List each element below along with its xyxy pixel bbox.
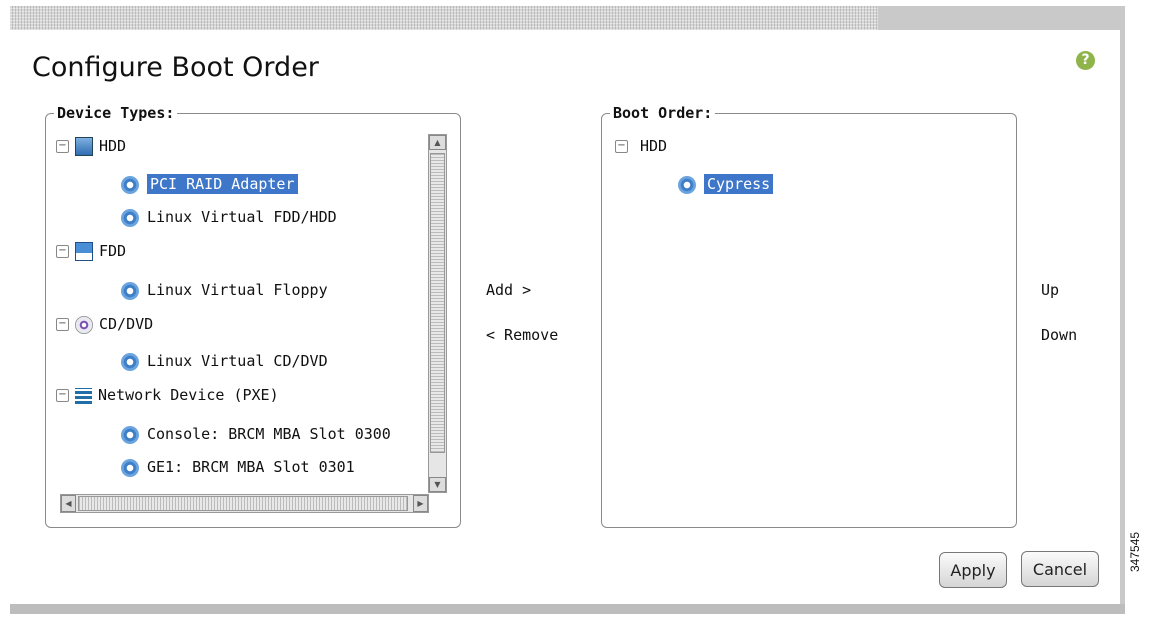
tree-item-pci-raid-adapter[interactable]: PCI RAID Adapter xyxy=(121,173,298,195)
tree-item-ge1-brcm[interactable]: GE1: BRCM MBA Slot 0301 xyxy=(121,456,355,478)
help-icon[interactable]: ? xyxy=(1076,51,1095,70)
tree-item-label: Linux Virtual CD/DVD xyxy=(147,352,328,370)
tree-group-network-device[interactable]: − Network Device (PXE) xyxy=(56,384,279,406)
tree-group-label: CD/DVD xyxy=(99,315,154,333)
collapse-icon[interactable]: − xyxy=(56,140,69,153)
floppy-icon xyxy=(75,242,93,261)
tree-item-label: GE1: BRCM MBA Slot 0301 xyxy=(147,458,355,476)
gear-icon xyxy=(121,175,139,194)
window-title-bar xyxy=(10,6,1125,30)
remove-button[interactable]: < Remove xyxy=(486,326,558,344)
scroll-up-arrow-icon[interactable]: ▲ xyxy=(429,135,446,150)
tree-item-linux-virtual-floppy[interactable]: Linux Virtual Floppy xyxy=(121,279,328,301)
tree-group-fdd[interactable]: − FDD xyxy=(56,240,126,262)
device-types-panel: Device Types: − HDD PCI RAID Adapter Linu… xyxy=(45,104,461,528)
boot-order-legend: Boot Order: xyxy=(610,104,716,122)
move-down-button[interactable]: Down xyxy=(1041,326,1077,344)
figure-id: 347545 xyxy=(1128,531,1142,572)
title-bar-grip xyxy=(10,6,878,30)
tree-item-label: Linux Virtual Floppy xyxy=(147,281,328,299)
tree-item-cypress[interactable]: Cypress xyxy=(678,173,774,195)
cd-icon xyxy=(75,315,93,334)
tree-item-console-brcm[interactable]: Console: BRCM MBA Slot 0300 xyxy=(121,423,391,445)
tree-group-hdd[interactable]: − HDD xyxy=(56,135,126,157)
tree-item-linux-virtual-fdd-hdd[interactable]: Linux Virtual FDD/HDD xyxy=(121,206,337,228)
page-title: Configure Boot Order xyxy=(32,52,319,83)
apply-button[interactable]: Apply xyxy=(939,552,1007,588)
tree-group-label: HDD xyxy=(99,137,127,155)
scroll-right-arrow-icon[interactable]: ▶ xyxy=(413,495,428,512)
scroll-down-arrow-icon[interactable]: ▼ xyxy=(429,477,446,492)
vertical-scroll-thumb[interactable] xyxy=(430,153,445,453)
add-button[interactable]: Add > xyxy=(486,281,531,299)
cancel-button[interactable]: Cancel xyxy=(1021,551,1099,587)
collapse-icon[interactable]: − xyxy=(615,140,628,153)
vertical-scrollbar[interactable]: ▲ ▼ xyxy=(428,134,447,493)
horizontal-scroll-thumb[interactable] xyxy=(78,496,408,511)
tree-group-cd-dvd[interactable]: − CD/DVD xyxy=(56,313,153,335)
tree-item-linux-virtual-cd-dvd[interactable]: Linux Virtual CD/DVD xyxy=(121,350,328,372)
tree-group-label: FDD xyxy=(99,242,127,260)
window-right-edge xyxy=(1120,6,1125,610)
move-up-button[interactable]: Up xyxy=(1041,281,1059,299)
network-icon xyxy=(75,387,92,404)
window-bottom-edge xyxy=(10,604,1125,614)
collapse-icon[interactable]: − xyxy=(56,318,69,331)
gear-icon xyxy=(121,458,139,477)
tree-item-label: Console: BRCM MBA Slot 0300 xyxy=(147,425,391,443)
gear-icon xyxy=(121,208,139,227)
gear-icon xyxy=(121,352,139,371)
tree-item-label: PCI RAID Adapter xyxy=(147,174,298,194)
tree-group-hdd[interactable]: − HDD xyxy=(615,135,667,157)
gear-icon xyxy=(121,281,139,300)
tree-group-label: HDD xyxy=(640,137,668,155)
device-types-legend: Device Types: xyxy=(54,104,178,122)
hdd-icon xyxy=(75,137,93,156)
collapse-icon[interactable]: − xyxy=(56,389,69,402)
boot-order-panel: Boot Order: − HDD Cypress xyxy=(601,104,1017,528)
horizontal-scrollbar[interactable]: ◀ ▶ xyxy=(60,494,429,513)
collapse-icon[interactable]: − xyxy=(56,245,69,258)
gear-icon xyxy=(678,175,696,194)
tree-group-label: Network Device (PXE) xyxy=(98,386,279,404)
scroll-left-arrow-icon[interactable]: ◀ xyxy=(61,495,76,512)
tree-item-label: Cypress xyxy=(704,174,774,194)
gear-icon xyxy=(121,425,139,444)
tree-item-label: Linux Virtual FDD/HDD xyxy=(147,208,337,226)
